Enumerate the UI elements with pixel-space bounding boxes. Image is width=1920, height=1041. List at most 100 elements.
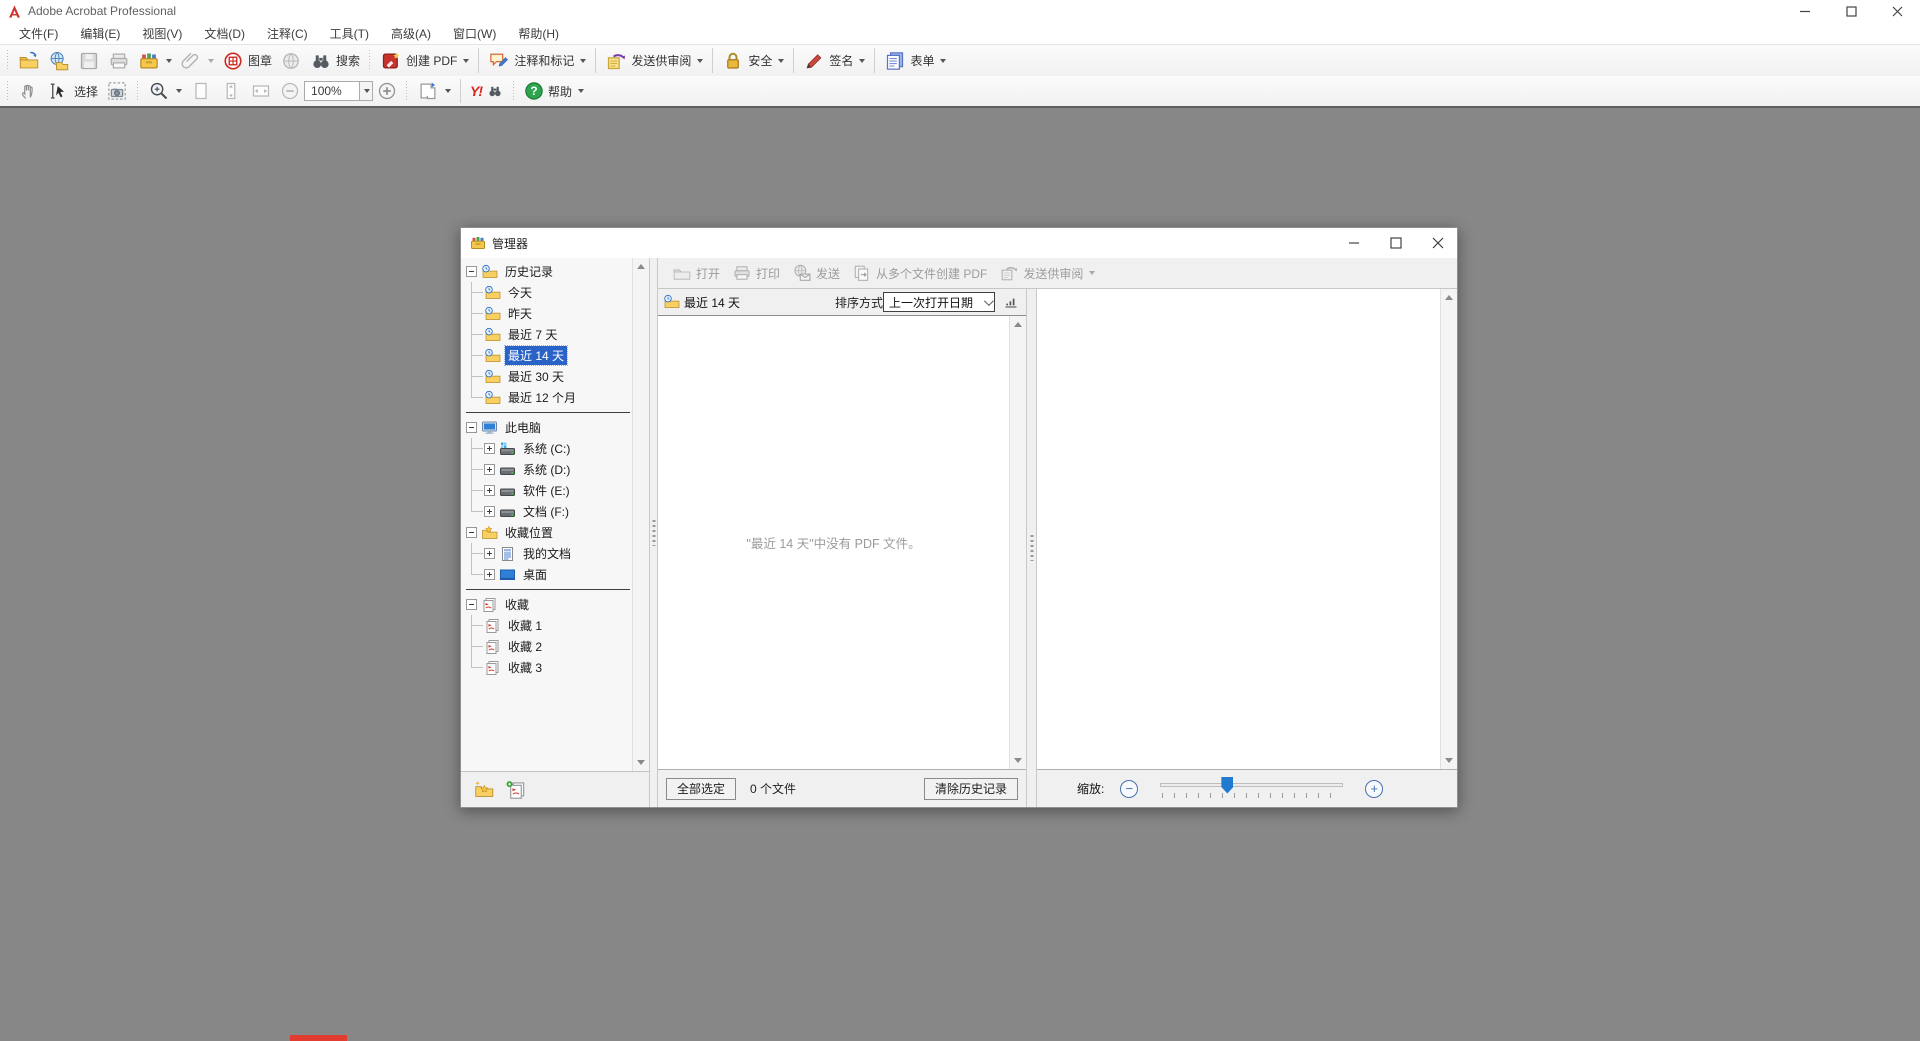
expand-icon[interactable] [484, 548, 495, 559]
tree-item-yesterday[interactable]: 昨天 [484, 303, 632, 324]
minimize-icon[interactable] [1782, 0, 1828, 22]
menu-tools[interactable]: 工具(T) [319, 23, 380, 44]
open-button[interactable] [14, 48, 44, 74]
menu-document[interactable]: 文档(D) [193, 23, 256, 44]
select-tool-button[interactable]: 选择 [44, 78, 102, 104]
page-display-button[interactable] [413, 78, 455, 104]
dialog-close-icon[interactable] [1415, 228, 1457, 258]
collapse-icon[interactable] [466, 422, 477, 433]
select-all-button[interactable]: 全部选定 [666, 778, 736, 800]
yahoo-search-button[interactable]: Y! [466, 78, 508, 104]
collapse-icon[interactable] [466, 266, 477, 277]
expand-icon[interactable] [484, 485, 495, 496]
menu-file[interactable]: 文件(F) [8, 23, 69, 44]
expand-icon[interactable] [484, 464, 495, 475]
tree-item-last-14-days[interactable]: 最近 14 天 [484, 345, 632, 366]
comment-markup-button[interactable]: 注释和标记 [484, 48, 590, 74]
scroll-up-icon[interactable] [633, 258, 649, 275]
menu-edit[interactable]: 编辑(E) [69, 23, 131, 44]
collapse-icon[interactable] [466, 599, 477, 610]
save-button[interactable] [74, 48, 104, 74]
tree-item-last-30-days[interactable]: 最近 30 天 [484, 366, 632, 387]
sort-direction-button[interactable] [1000, 292, 1022, 312]
tree-item-my-documents[interactable]: 我的文档 [484, 543, 632, 564]
preview-zoom-slider[interactable] [1160, 776, 1343, 802]
organizer-print-button[interactable]: 打印 [726, 261, 786, 285]
toolbar-grip[interactable] [136, 81, 140, 101]
maximize-icon[interactable] [1828, 0, 1874, 22]
tree-item-drive-e[interactable]: 软件 (E:) [484, 480, 632, 501]
zoom-level-dropdown-icon[interactable] [360, 81, 373, 101]
print-button[interactable] [104, 48, 134, 74]
snapshot-button[interactable] [102, 78, 132, 104]
menu-view[interactable]: 视图(V) [131, 23, 193, 44]
toolbar-grip[interactable] [6, 81, 10, 101]
expand-icon[interactable] [484, 506, 495, 517]
secure-button[interactable]: 安全 [718, 48, 788, 74]
tree-splitter[interactable] [649, 258, 658, 807]
tree-section-collections[interactable]: 收藏 [466, 594, 632, 615]
attach-button[interactable] [176, 48, 218, 74]
tree-scrollbar[interactable] [632, 258, 649, 771]
scroll-up-icon[interactable] [1010, 316, 1026, 333]
zoom-in-button[interactable] [373, 78, 401, 104]
collapse-icon[interactable] [466, 527, 477, 538]
tree-section-favorite-places[interactable]: 收藏位置 [466, 522, 632, 543]
close-icon[interactable] [1874, 0, 1920, 22]
menu-advanced[interactable]: 高级(A) [380, 23, 442, 44]
scroll-down-icon[interactable] [1010, 752, 1026, 769]
search-button[interactable]: 搜索 [306, 48, 364, 74]
fit-width-button[interactable] [246, 78, 276, 104]
stamp-button[interactable]: 图章 [218, 48, 276, 74]
zoom-in-icon[interactable]: + [1365, 780, 1383, 798]
zoom-tool-button[interactable] [144, 78, 186, 104]
organizer-button[interactable] [134, 48, 176, 74]
slider-thumb[interactable] [1221, 777, 1233, 794]
toolbar-grip[interactable] [6, 50, 10, 71]
zoom-out-button[interactable] [276, 78, 304, 104]
list-scrollbar[interactable] [1009, 316, 1026, 769]
expand-icon[interactable] [484, 569, 495, 580]
zoom-level-input[interactable]: 100% [304, 81, 360, 101]
send-globe-button[interactable] [276, 48, 306, 74]
toolbar-grip[interactable] [368, 50, 372, 71]
tree-item-collection-1[interactable]: 收藏 1 [484, 615, 632, 636]
tree-item-drive-c[interactable]: 系统 (C:) [484, 438, 632, 459]
menu-help[interactable]: 帮助(H) [507, 23, 570, 44]
hand-tool-button[interactable] [14, 78, 44, 104]
tree-item-last-7-days[interactable]: 最近 7 天 [484, 324, 632, 345]
organizer-send-for-review-button[interactable]: 发送供审阅 [993, 261, 1101, 285]
menu-comments[interactable]: 注释(C) [256, 23, 319, 44]
scroll-up-icon[interactable] [1441, 289, 1457, 306]
sign-button[interactable]: 签名 [799, 48, 869, 74]
organizer-create-pdf-multiple-button[interactable]: 从多个文件创建 PDF [846, 261, 993, 285]
toolbar-grip[interactable] [405, 81, 409, 101]
menu-window[interactable]: 窗口(W) [442, 23, 507, 44]
preview-scrollbar[interactable] [1440, 289, 1457, 769]
organizer-send-button[interactable]: 发送 [786, 261, 846, 285]
tree-item-collection-3[interactable]: 收藏 3 [484, 657, 632, 678]
forms-button[interactable]: 表单 [880, 48, 950, 74]
zoom-out-icon[interactable]: − [1120, 780, 1138, 798]
help-button[interactable]: ? 帮助 [520, 78, 588, 104]
send-for-review-button[interactable]: 发送供审阅 [601, 48, 707, 74]
tree-section-history[interactable]: 历史记录 [466, 261, 632, 282]
dialog-minimize-icon[interactable] [1331, 228, 1373, 258]
actual-size-button[interactable] [186, 78, 216, 104]
fit-page-button[interactable] [216, 78, 246, 104]
scroll-down-icon[interactable] [1441, 752, 1457, 769]
tree-section-computer[interactable]: 此电脑 [466, 417, 632, 438]
tree-item-today[interactable]: 今天 [484, 282, 632, 303]
sort-by-select[interactable]: 上一次打开日期 [883, 292, 995, 312]
open-web-button[interactable] [44, 48, 74, 74]
organizer-open-button[interactable]: 打开 [666, 261, 726, 285]
new-collection-button[interactable] [505, 779, 527, 801]
tree-item-desktop[interactable]: 桌面 [484, 564, 632, 585]
scroll-down-icon[interactable] [633, 754, 649, 771]
tree-item-drive-f[interactable]: 文档 (F:) [484, 501, 632, 522]
clear-history-button[interactable]: 清除历史记录 [924, 778, 1018, 800]
slider-track[interactable] [1160, 783, 1343, 787]
toolbar-grip[interactable] [512, 81, 516, 101]
create-pdf-button[interactable]: 创建 PDF [376, 48, 473, 74]
dialog-maximize-icon[interactable] [1373, 228, 1415, 258]
